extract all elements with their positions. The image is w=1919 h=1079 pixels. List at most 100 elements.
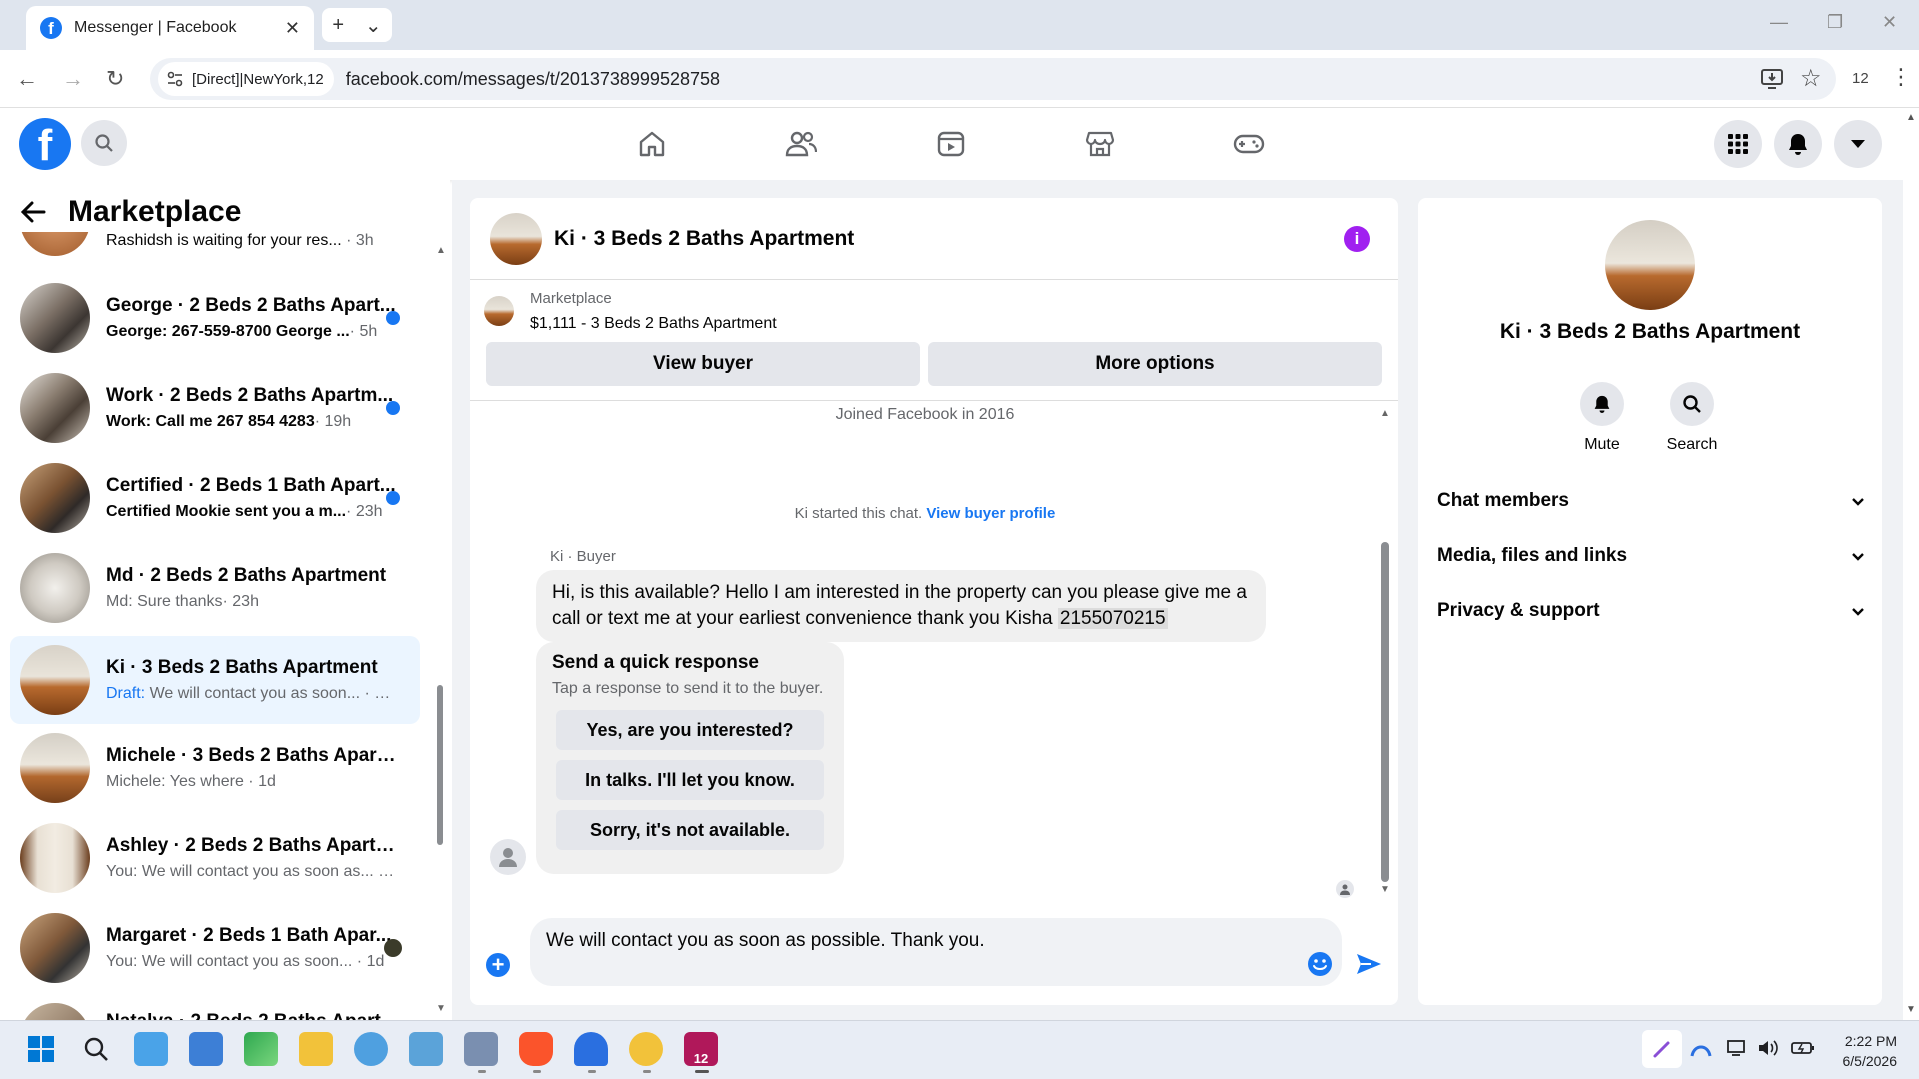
vpn-tray-icon[interactable] [1690,1038,1712,1058]
sidebar-title: Marketplace [68,195,242,228]
conversation-name: Work · 2 Beds 2 Baths Apartm... [106,385,394,406]
system-clock[interactable]: 2:22 PM 6/5/2026 [1843,1031,1898,1071]
friends-icon[interactable] [746,124,856,164]
quick-reply-yes-button[interactable]: Yes, are you interested? [556,710,824,750]
message-composer-input[interactable]: We will contact you as soon as possible.… [530,918,1342,986]
taskbar-search-icon[interactable] [79,1032,113,1066]
menu-grid-icon[interactable] [1714,120,1762,168]
back-icon[interactable]: ← [16,66,38,92]
details-avatar[interactable] [1605,220,1695,310]
view-buyer-profile-link[interactable]: View buyer profile [926,505,1055,522]
video-icon[interactable] [896,124,1006,164]
quick-reply-in-talks-button[interactable]: In talks. I'll let you know. [556,760,824,800]
restore-icon[interactable]: ❐ [1827,12,1843,33]
minimize-icon[interactable]: — [1770,12,1788,33]
app-icon-9[interactable] [574,1032,608,1066]
page-scrollbar[interactable]: ▲ ▼ [1903,108,1919,1020]
emoji-icon[interactable] [1307,951,1333,977]
listing-thumbnail [484,296,514,326]
app-icon-10[interactable] [629,1032,663,1066]
search-icon[interactable] [81,120,127,166]
file-explorer-icon[interactable] [299,1032,333,1066]
reload-icon[interactable]: ↻ [106,66,124,92]
new-tab-button[interactable]: + [332,14,344,37]
app-icon-2[interactable] [189,1032,223,1066]
network-icon[interactable] [1726,1039,1748,1057]
search-action[interactable]: Search [1652,382,1732,454]
facebook-logo-icon[interactable]: f [19,118,71,170]
close-window-icon[interactable]: ✕ [1882,12,1897,33]
home-icon[interactable] [597,124,707,164]
browser-menu-icon[interactable]: ⋮ [1890,64,1912,90]
active-indicator [695,1070,709,1073]
notifications-bell-icon[interactable] [1774,120,1822,168]
conversation-item-ki[interactable]: Ki · 3 Beds 2 Baths Apartment Draft: We … [10,636,420,724]
conversation-item-margaret[interactable]: Margaret · 2 Beds 1 Bath Apar... You: We… [10,907,420,989]
pen-tray-icon[interactable] [1642,1030,1682,1068]
marketplace-icon[interactable] [1045,124,1155,164]
conversation-item-michele[interactable]: Michele · 3 Beds 2 Baths Apartm... Miche… [10,727,420,809]
mute-label: Mute [1584,436,1620,453]
active-app-icon[interactable]: 12 [684,1032,718,1066]
quick-response-card: Send a quick response Tap a response to … [536,642,844,874]
view-buyer-button[interactable]: View buyer [486,342,920,386]
volume-icon[interactable] [1757,1038,1779,1058]
gaming-icon[interactable] [1194,124,1304,164]
conversation-item-work[interactable]: Work · 2 Beds 2 Baths Apartm... Work: Ca… [10,367,420,449]
chat-avatar[interactable] [490,212,542,265]
bookmark-star-icon[interactable]: ☆ [1800,64,1822,93]
battery-icon[interactable] [1790,1039,1816,1057]
running-indicator [533,1070,541,1073]
install-app-icon[interactable] [1760,68,1784,90]
tab-search-button[interactable]: ⌄ [365,13,382,38]
more-options-button[interactable]: More options [928,342,1382,386]
search-in-chat-icon [1670,382,1714,426]
send-icon[interactable] [1355,952,1383,976]
chat-started-notice: Ki started this chat. View buyer profile [470,505,1380,522]
app-icon-3[interactable] [244,1032,278,1066]
app-icon-5[interactable] [354,1032,388,1066]
info-icon[interactable]: i [1344,226,1370,252]
media-files-links-section[interactable]: Media, files and links [1437,545,1865,567]
conversation-item-natalya[interactable]: Natalya · 2 Beds 2 Baths Apart... [10,1003,420,1020]
forward-icon[interactable]: → [62,66,84,92]
app-icon-7[interactable] [464,1032,498,1066]
incoming-message-bubble[interactable]: Hi, is this available? Hello I am intere… [536,570,1266,642]
site-info-chip[interactable]: [Direct]|NewYork,12 [158,62,334,96]
conversation-name: Certified · 2 Beds 1 Bath Apart... [106,475,396,496]
windows-start-icon[interactable] [24,1032,58,1066]
conversation-item-certified[interactable]: Certified · 2 Beds 1 Bath Apart... Certi… [10,457,420,539]
sidebar-scrollbar[interactable]: ▲ ▼ [436,245,446,1015]
listing-thumbnail [20,733,90,803]
quick-reply-not-available-button[interactable]: Sorry, it's not available. [556,810,824,850]
running-indicator [588,1070,596,1073]
chat-members-section[interactable]: Chat members [1437,490,1865,512]
app-icon-1[interactable] [134,1032,168,1066]
url-text[interactable]: facebook.com/messages/t/2013738999528758 [346,69,720,90]
list-item-partial[interactable]: Rashidsh is waiting for your res... · 3h [10,232,420,264]
privacy-support-section[interactable]: Privacy & support [1437,600,1865,622]
conversation-time: · 5h [349,323,378,340]
conversation-item-md[interactable]: Md · 2 Beds 2 Baths Apartment Md: Sure t… [10,547,420,629]
account-dropdown-icon[interactable] [1834,120,1882,168]
phone-number[interactable]: 2155070215 [1057,608,1168,629]
mute-action[interactable]: Mute [1562,382,1642,454]
profile-badge[interactable]: 12 [1852,70,1869,87]
add-attachment-icon[interactable]: + [486,953,510,977]
listing-summary[interactable]: Marketplace $1,111 - 3 Beds 2 Baths Apar… [484,290,777,333]
conversation-item-george[interactable]: George · 2 Beds 2 Baths Apart... George:… [10,277,420,359]
search-label: Search [1666,436,1718,453]
chat-title[interactable]: Ki · 3 Beds 2 Baths Apartment [554,227,854,251]
browser-tab[interactable]: f Messenger | Facebook ✕ [26,6,314,50]
sidebar-back-icon[interactable] [20,201,46,223]
address-bar[interactable]: [Direct]|NewYork,12 facebook.com/message… [150,58,1836,100]
tab-close-icon[interactable]: ✕ [285,18,300,39]
listing-thumbnail [20,645,90,715]
buyer-avatar-icon[interactable] [490,839,526,875]
conversation-item-ashley[interactable]: Ashley · 2 Beds 2 Baths Apartme... You: … [10,817,420,899]
listing-thumbnail [20,232,90,256]
facebook-favicon-icon: f [40,17,62,39]
brave-browser-icon[interactable] [519,1032,553,1066]
app-icon-6[interactable] [409,1032,443,1066]
chat-scrollbar[interactable]: ▲ ▼ [1380,408,1390,895]
